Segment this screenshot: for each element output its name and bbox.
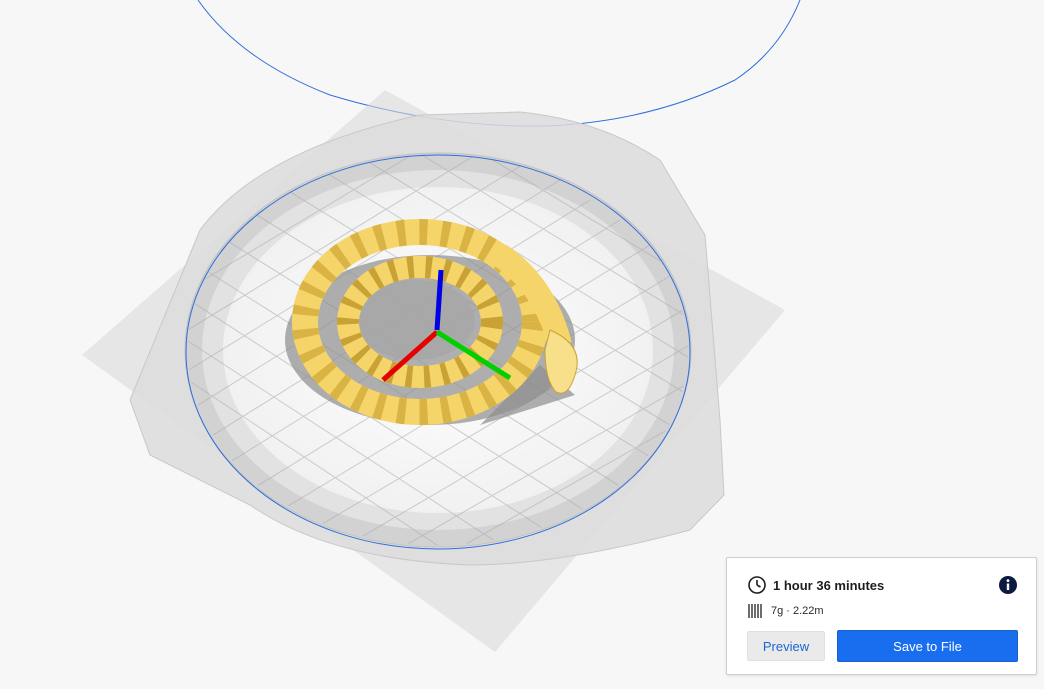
preview-button[interactable]: Preview — [747, 631, 825, 661]
print-time-row: 1 hour 36 minutes — [747, 574, 1018, 596]
print-summary-panel: 1 hour 36 minutes 7g · 2.22m Preview Sav… — [726, 557, 1037, 675]
info-icon[interactable] — [998, 575, 1018, 595]
material-usage-label: 7g · 2.22m — [771, 605, 824, 617]
print-time-label: 1 hour 36 minutes — [773, 577, 885, 593]
filament-spool-icon — [748, 604, 762, 618]
clock-icon — [748, 576, 766, 594]
build-volume-top-outline — [197, 0, 801, 127]
save-to-file-button[interactable]: Save to File — [837, 630, 1018, 662]
material-usage-row: 7g · 2.22m — [747, 602, 824, 620]
